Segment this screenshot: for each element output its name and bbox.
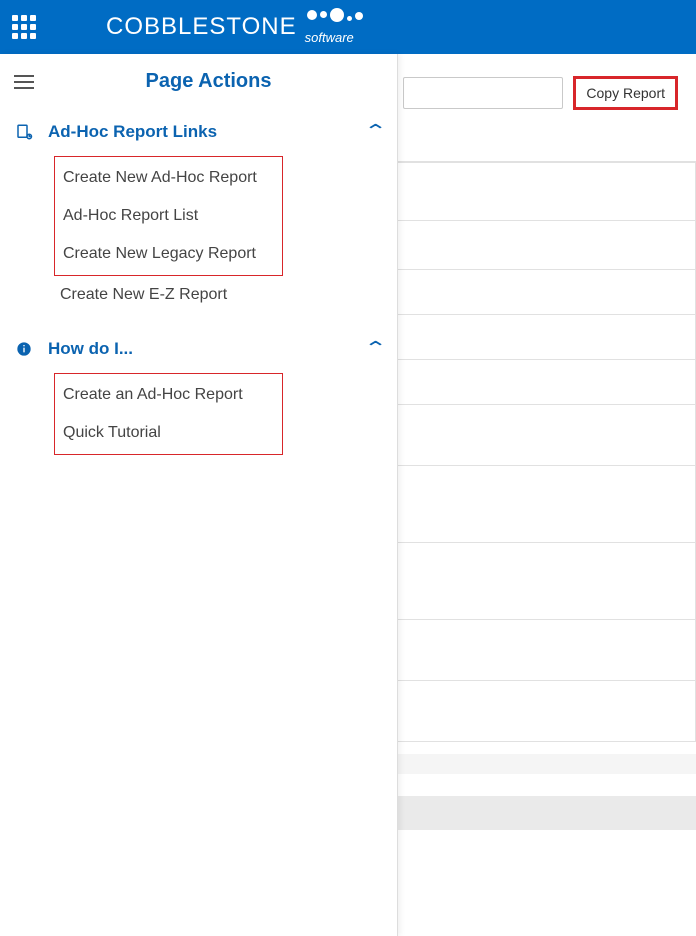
app-launcher-icon[interactable] [12,15,36,39]
link-create-adhoc-help[interactable]: Create an Ad-Hoc Report [57,376,280,414]
chevron-up-icon: ⌃ [363,338,387,359]
link-adhoc-list[interactable]: Ad-Hoc Report List [57,197,280,235]
section-how-do-i[interactable]: How do I... ⌃ [14,338,383,359]
brand-dots-icon [307,10,363,22]
link-create-ez[interactable]: Create New E-Z Report [54,276,383,314]
highlight-box-1: Create New Ad-Hoc Report Ad-Hoc Report L… [54,156,283,276]
copy-report-button[interactable]: Copy Report [573,76,678,110]
link-create-legacy[interactable]: Create New Legacy Report [57,235,280,273]
highlight-box-2: Create an Ad-Hoc Report Quick Tutorial [54,373,283,455]
panel-title: Page Actions [34,70,383,93]
hamburger-icon[interactable] [14,75,34,89]
brand-sub: software [305,30,354,45]
report-icon [14,123,34,141]
top-header: COBBLESTONE software [0,0,696,54]
chevron-up-icon: ⌃ [363,121,387,142]
brand-logo: COBBLESTONE software [106,10,363,45]
section-title-2: How do I... [48,339,354,359]
page-actions-panel: Page Actions Ad-Hoc Report Links ⌃ Creat… [0,54,398,936]
brand-main: COBBLESTONE [106,13,297,41]
link-create-new-adhoc[interactable]: Create New Ad-Hoc Report [57,159,280,197]
info-icon [14,341,34,357]
link-quick-tutorial[interactable]: Quick Tutorial [57,414,280,452]
report-name-input[interactable] [403,77,563,109]
section-adhoc-links[interactable]: Ad-Hoc Report Links ⌃ [14,121,383,142]
section-title-1: Ad-Hoc Report Links [48,122,354,142]
